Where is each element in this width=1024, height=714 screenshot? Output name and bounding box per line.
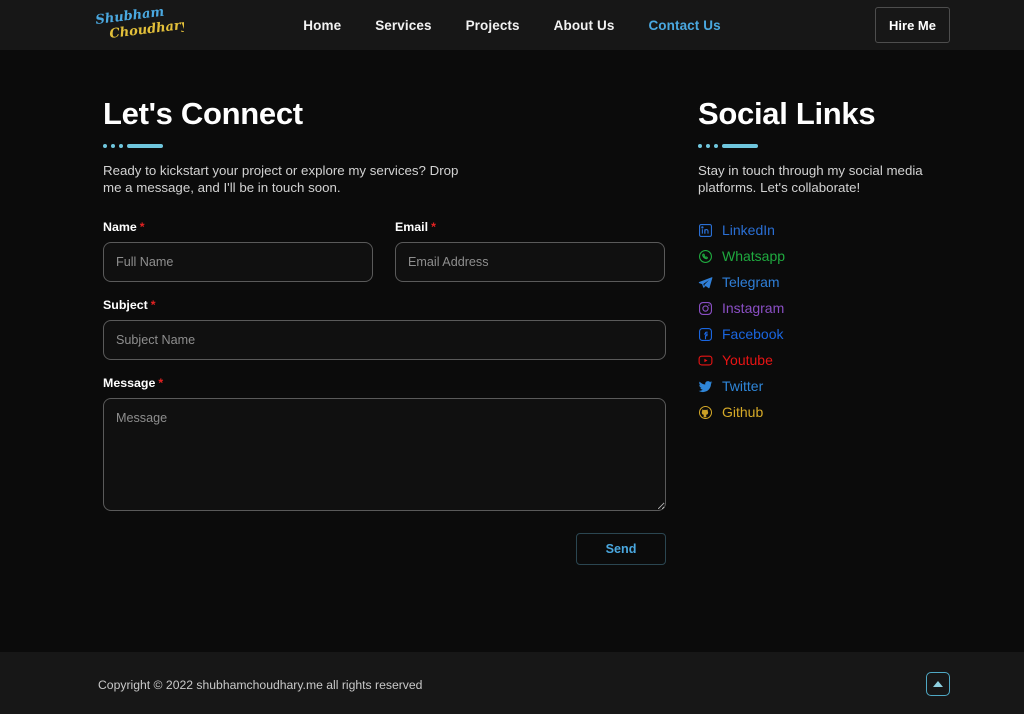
caret-up-icon — [933, 681, 943, 687]
social-link-label: Facebook — [722, 326, 784, 343]
social-title: Social Links — [698, 96, 876, 131]
accent-bar — [127, 143, 163, 148]
nav-item-contact-us[interactable]: Contact Us — [648, 18, 720, 33]
subject-label: Subject * — [103, 298, 666, 312]
social-link-label: Youtube — [722, 352, 773, 369]
social-section: Social Links Stay in touch through my so… — [698, 96, 923, 565]
name-label-text: Name — [103, 220, 137, 235]
required-asterisk: * — [150, 298, 156, 313]
accent-bar — [722, 143, 758, 148]
title-accent-underline — [103, 143, 666, 148]
send-button[interactable]: Send — [576, 533, 666, 566]
name-input[interactable] — [103, 242, 373, 283]
social-link-youtube[interactable]: Youtube — [698, 347, 923, 373]
social-links-list: LinkedIn Whatsapp Telegram Instagram Fac… — [698, 217, 923, 425]
social-link-whatsapp[interactable]: Whatsapp — [698, 243, 923, 269]
social-description: Stay in touch through my social media pl… — [698, 163, 923, 196]
whatsapp-icon — [698, 249, 713, 264]
social-accent-underline — [698, 143, 923, 148]
page-title: Let's Connect — [103, 96, 303, 131]
social-link-label: Whatsapp — [722, 248, 786, 265]
nav-item-services[interactable]: Services — [375, 18, 431, 33]
main-content: Let's Connect Ready to kickstart your pr… — [0, 50, 1024, 652]
social-link-label: LinkedIn — [722, 222, 775, 239]
required-asterisk: * — [431, 220, 436, 235]
nav-item-about-us[interactable]: About Us — [554, 18, 615, 33]
contact-form: Name* Email* Subject* — [103, 220, 666, 566]
accent-dot — [714, 143, 718, 148]
email-field-group: Email * — [395, 220, 665, 283]
scroll-to-top-button[interactable] — [926, 672, 950, 696]
brand-logo[interactable]: Shubham Choudhary — [94, 5, 184, 45]
social-link-label: Instagram — [722, 300, 785, 317]
nav-item-projects[interactable]: Projects — [466, 18, 520, 33]
github-icon — [698, 405, 713, 420]
social-link-linkedin[interactable]: LinkedIn — [698, 217, 923, 243]
linkedin-icon — [698, 223, 713, 238]
accent-dot — [698, 143, 702, 148]
site-footer: Copyright © 2022 shubhamchoudhary.me all… — [0, 652, 1024, 714]
social-link-telegram[interactable]: Telegram — [698, 269, 923, 295]
accent-dot — [111, 143, 115, 148]
required-asterisk: * — [158, 376, 164, 391]
message-field-group: Message * — [103, 376, 666, 516]
email-label: Email * — [395, 220, 665, 234]
social-link-label: Github — [722, 404, 764, 421]
subject-input[interactable] — [103, 320, 666, 361]
send-button-row: Send — [103, 533, 666, 566]
message-label: Message * — [103, 376, 666, 390]
message-textarea[interactable] — [103, 398, 666, 512]
accent-dot — [119, 143, 123, 148]
social-link-label: Telegram — [722, 274, 780, 291]
twitter-icon — [698, 379, 713, 394]
subject-field-group: Subject * — [103, 298, 666, 361]
contact-description: Ready to kickstart your project or explo… — [103, 163, 459, 196]
accent-dot — [706, 143, 710, 148]
accent-dot — [103, 143, 107, 148]
contact-section: Let's Connect Ready to kickstart your pr… — [103, 96, 666, 566]
telegram-icon — [698, 275, 713, 290]
social-link-twitter[interactable]: Twitter — [698, 373, 923, 399]
email-label-text: Email — [395, 220, 429, 235]
social-link-instagram[interactable]: Instagram — [698, 295, 923, 321]
social-link-facebook[interactable]: Facebook — [698, 321, 923, 347]
social-link-label: Twitter — [722, 378, 764, 395]
subject-label-text: Subject — [103, 298, 148, 313]
hire-me-button[interactable]: Hire Me — [875, 7, 950, 43]
youtube-icon — [698, 353, 713, 368]
site-header: Shubham Choudhary Home Services Projects… — [0, 0, 1024, 50]
name-label: Name * — [103, 220, 373, 234]
name-field-group: Name * — [103, 220, 373, 283]
email-input[interactable] — [395, 242, 665, 283]
nav-item-home[interactable]: Home — [303, 18, 341, 33]
required-asterisk: * — [139, 220, 145, 235]
facebook-icon — [698, 327, 713, 342]
message-label-text: Message — [103, 376, 156, 391]
instagram-icon — [698, 301, 713, 316]
social-link-github[interactable]: Github — [698, 399, 923, 425]
copyright-text: Copyright © 2022 shubhamchoudhary.me all… — [98, 678, 423, 692]
